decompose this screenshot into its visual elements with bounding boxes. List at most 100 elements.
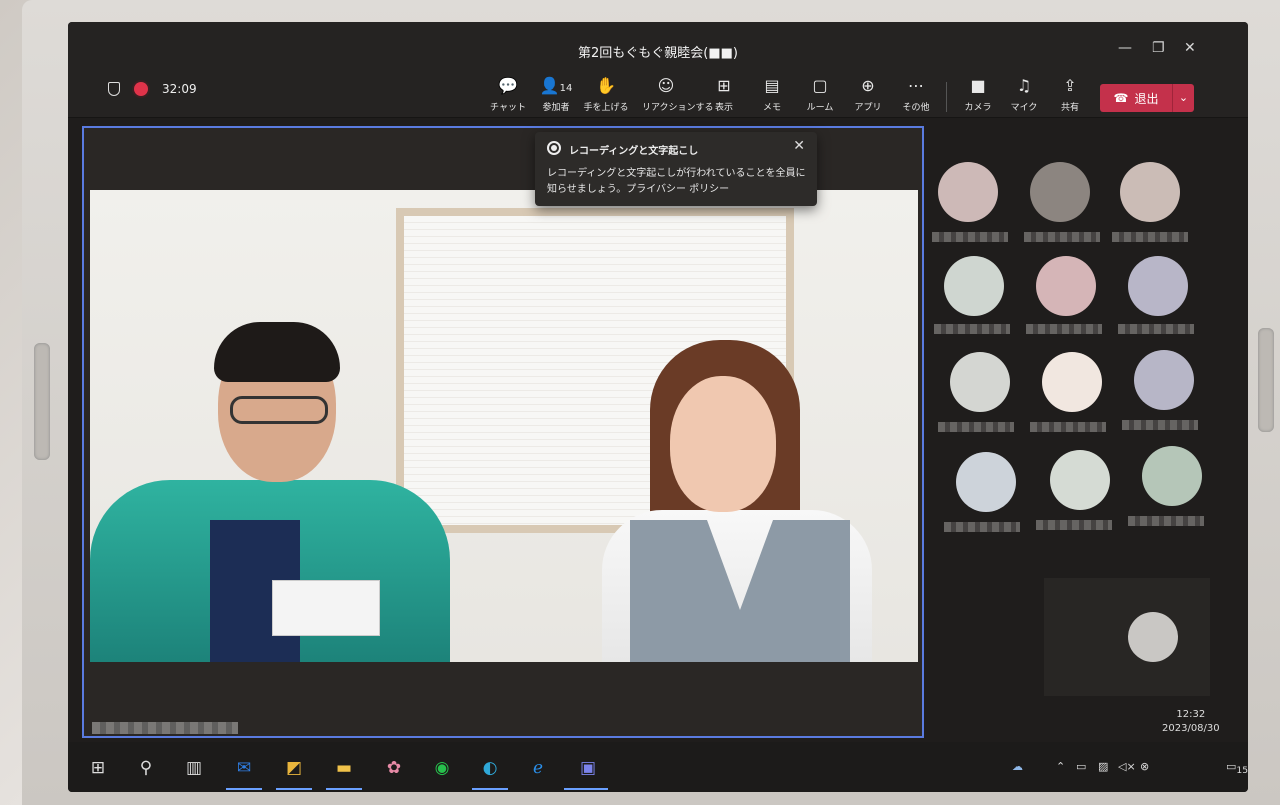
camera-button[interactable]: ■ カメラ bbox=[954, 76, 1002, 113]
weather-icon[interactable]: ☁ bbox=[1012, 760, 1023, 773]
more-icon: ⋯ bbox=[908, 76, 924, 95]
laptop-hinge-left bbox=[34, 343, 50, 460]
chevron-down-icon: ⌄ bbox=[1178, 91, 1189, 104]
share-button[interactable]: ⇪ 共有 bbox=[1046, 76, 1094, 113]
rooms-label: ルーム bbox=[806, 103, 834, 113]
notes-icon: ▤ bbox=[764, 76, 780, 95]
participant-avatar[interactable] bbox=[1036, 256, 1096, 316]
main-video-stage[interactable] bbox=[82, 126, 924, 738]
view-button[interactable]: ⊞ 表示 bbox=[700, 76, 748, 113]
view-label: 表示 bbox=[714, 103, 733, 113]
participant-avatar[interactable] bbox=[1120, 162, 1180, 222]
notes-label: メモ bbox=[762, 103, 781, 113]
participant-name-blurred bbox=[1122, 420, 1198, 430]
leave-button[interactable]: ☎ 退出 bbox=[1100, 84, 1172, 112]
chat-icon: 💬 bbox=[498, 76, 518, 95]
participant-count-badge: 14 bbox=[559, 83, 573, 94]
participant-name-blurred bbox=[934, 324, 1010, 334]
participant-name-blurred bbox=[938, 422, 1014, 432]
participant-name-blurred bbox=[1024, 232, 1100, 242]
window-title: 第2回もぐもぐ親睦会(■■) bbox=[578, 46, 738, 61]
mic-button[interactable]: ♫ マイク bbox=[1000, 76, 1048, 113]
task-view-icon[interactable]: ▥ bbox=[182, 756, 206, 780]
main-video-feed bbox=[90, 190, 918, 662]
toolbar-divider bbox=[946, 82, 947, 112]
chat-button[interactable]: 💬 チャット bbox=[484, 76, 532, 113]
participant-avatar[interactable] bbox=[1142, 446, 1202, 506]
raise-hand-button[interactable]: ✋ 手を上げる bbox=[582, 76, 630, 113]
self-avatar bbox=[1128, 612, 1178, 662]
reaction-label: リアクションする bbox=[642, 103, 714, 113]
outlook-active-indicator bbox=[226, 788, 262, 790]
recording-notification: レコーディングと文字起こし ✕ レコーディングと文字起こしが行われていることを全… bbox=[535, 132, 817, 206]
participant-name-blurred bbox=[1036, 520, 1112, 530]
camera-icon: ■ bbox=[970, 76, 986, 95]
rooms-button[interactable]: ▢ ルーム bbox=[796, 76, 844, 113]
person-left-hair bbox=[214, 322, 340, 382]
meeting-timer: 32:09 bbox=[162, 82, 197, 96]
teams-icon[interactable]: ▣ bbox=[576, 756, 600, 780]
file-explorer-icon[interactable]: ▬ bbox=[332, 756, 356, 780]
close-icon[interactable]: ✕ bbox=[1184, 40, 1196, 56]
notification-center-icon[interactable]: ▭15 bbox=[1226, 760, 1248, 776]
leave-label: 退出 bbox=[1134, 91, 1159, 106]
participant-avatar[interactable] bbox=[1134, 350, 1194, 410]
apps-button[interactable]: ⊕ アプリ bbox=[844, 76, 892, 113]
volume-muted-icon[interactable]: ◁× bbox=[1118, 760, 1136, 773]
search-icon[interactable]: ⚲ bbox=[134, 756, 158, 780]
notification-title: レコーディングと文字起こし bbox=[569, 146, 699, 157]
apps-label: アプリ bbox=[854, 103, 882, 113]
notification-close-icon[interactable]: ✕ bbox=[793, 138, 805, 154]
network-icon[interactable]: ▨ bbox=[1098, 760, 1108, 773]
participant-avatar[interactable] bbox=[956, 452, 1016, 512]
people-icon: 👤14 bbox=[539, 76, 573, 95]
participant-avatar[interactable] bbox=[1128, 256, 1188, 316]
participant-name-blurred bbox=[1030, 422, 1106, 432]
self-view-tile[interactable] bbox=[1044, 578, 1210, 696]
participant-avatar[interactable] bbox=[944, 256, 1004, 316]
person-left-name-tag bbox=[272, 580, 380, 636]
participants-label: 参加者 bbox=[542, 103, 570, 113]
battery-icon[interactable]: ▭ bbox=[1076, 760, 1086, 773]
edge-icon[interactable]: ◐ bbox=[478, 756, 502, 780]
share-label: 共有 bbox=[1060, 103, 1079, 113]
mic-status-icon[interactable]: ⊗ bbox=[1140, 760, 1149, 773]
apps-icon: ⊕ bbox=[861, 76, 875, 95]
speaker-name-label-blurred bbox=[92, 722, 238, 734]
recording-icon bbox=[547, 141, 561, 155]
outlook-icon[interactable]: ✉ bbox=[232, 756, 256, 780]
teams-active-indicator bbox=[564, 788, 608, 790]
laptop-hinge-right bbox=[1258, 328, 1274, 432]
reaction-icon: ☺ bbox=[657, 76, 675, 95]
participant-avatar[interactable] bbox=[1030, 162, 1090, 222]
raise-hand-label: 手を上げる bbox=[583, 103, 629, 113]
participant-avatar[interactable] bbox=[950, 352, 1010, 412]
app-icon[interactable]: ◉ bbox=[430, 756, 454, 780]
chevron-up-icon[interactable]: ⌃ bbox=[1056, 760, 1065, 773]
maximize-icon[interactable]: ❐ bbox=[1152, 40, 1165, 56]
person-left-glasses bbox=[230, 396, 328, 424]
leave-options-dropdown[interactable]: ⌄ bbox=[1172, 84, 1194, 112]
notification-count: 15 bbox=[1236, 765, 1248, 777]
participant-avatar[interactable] bbox=[1050, 450, 1110, 510]
title-bar: 第2回もぐもぐ親睦会(■■) — ❐ ✕ bbox=[68, 22, 1248, 62]
minimize-icon[interactable]: — bbox=[1118, 40, 1132, 56]
app-icon[interactable]: ✿ bbox=[382, 756, 406, 780]
more-button[interactable]: ⋯ その他 bbox=[892, 76, 940, 113]
explorer-active-indicator bbox=[326, 788, 362, 790]
reaction-button[interactable]: ☺ リアクションする bbox=[642, 76, 714, 113]
participants-button[interactable]: 👤14 参加者 bbox=[532, 76, 580, 113]
app-icon[interactable]: ◩ bbox=[282, 756, 306, 780]
view-icon: ⊞ bbox=[717, 76, 731, 95]
share-icon: ⇪ bbox=[1063, 76, 1077, 95]
system-clock[interactable]: 12:32 2023/08/30 bbox=[1162, 708, 1220, 736]
participant-avatar[interactable] bbox=[938, 162, 998, 222]
internet-explorer-icon[interactable]: ℯ bbox=[526, 756, 550, 780]
notification-body: レコーディングと文字起こしが行われていることを全員に知らせましょう。プライバシー… bbox=[547, 168, 806, 195]
teams-window: 第2回もぐもぐ親睦会(■■) — ❐ ✕ 32:09 💬 チャット 👤14 参加… bbox=[68, 22, 1248, 792]
windows-taskbar: ⊞ ⚲ ▥ ✉ ◩ ▬ ✿ ◉ ◐ ℯ ▣ ☁ ⌃ ▭ ▨ ◁× ⊗ ▭15 bbox=[68, 742, 1248, 792]
mic-label: マイク bbox=[1010, 103, 1038, 113]
participant-avatar[interactable] bbox=[1042, 352, 1102, 412]
notes-button[interactable]: ▤ メモ bbox=[748, 76, 796, 113]
windows-start-icon[interactable]: ⊞ bbox=[86, 756, 110, 780]
